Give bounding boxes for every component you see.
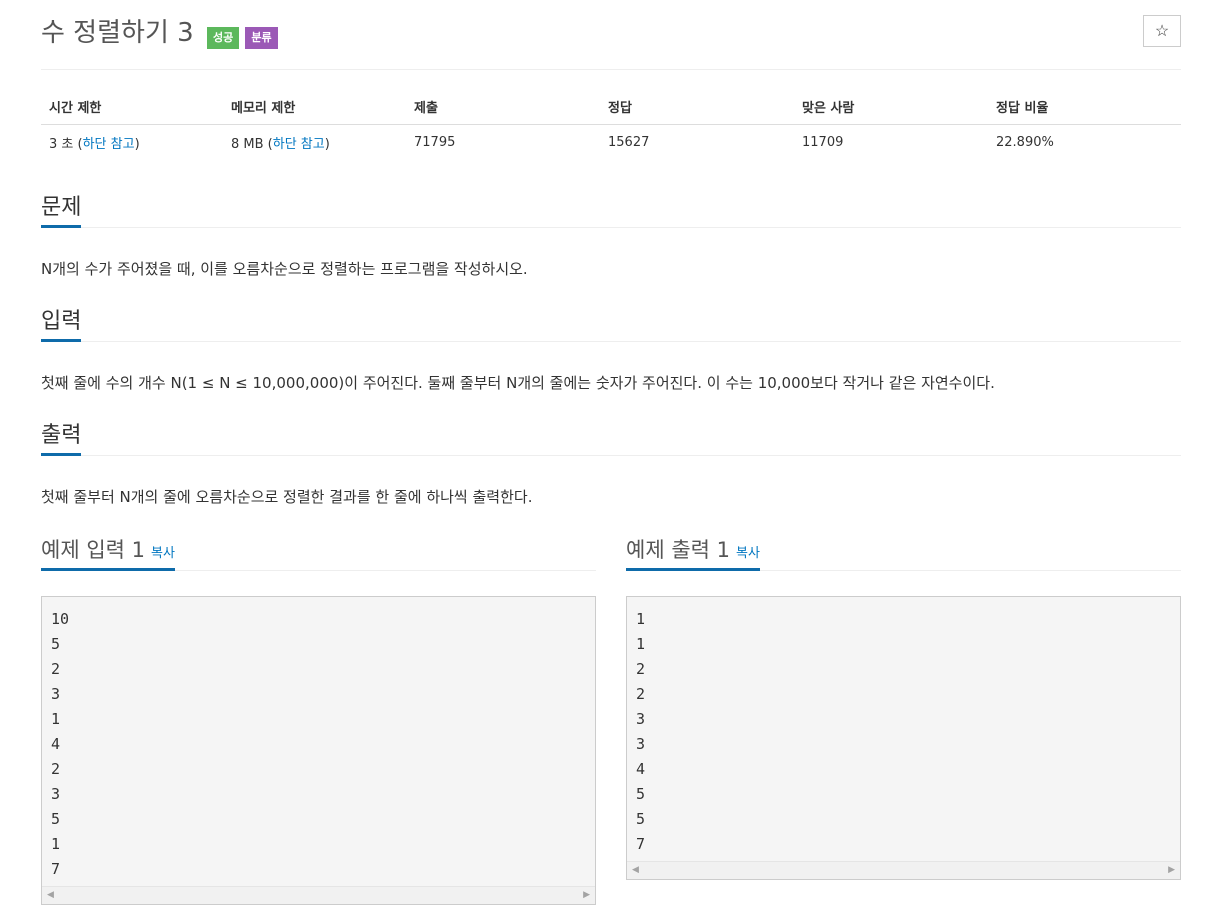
problem-heading: 문제	[41, 191, 82, 228]
code-line: 5	[51, 635, 61, 653]
code-line: 1	[51, 835, 61, 853]
code-line: 2	[636, 685, 646, 703]
output-heading-bar: 출력	[41, 419, 1181, 456]
code-line: 1	[51, 710, 61, 728]
code-line: 1	[636, 610, 646, 628]
sample-output-heading: 예제 출력 1	[626, 538, 730, 562]
title-divider	[41, 69, 1181, 70]
code-line: 4	[636, 760, 646, 778]
problem-description: N개의 수가 주어졌을 때, 이를 오름차순으로 정렬하는 프로그램을 작성하시…	[41, 260, 528, 278]
title-row: 수 정렬하기 3 성공 분류 ☆	[41, 14, 1181, 54]
time-limit-value: 3 초 (	[49, 136, 83, 152]
sample-input-heading: 예제 입력 1	[41, 538, 145, 562]
memory-limit-note-link[interactable]: 하단 참고	[273, 137, 325, 152]
time-limit-cell: 3 초 (하단 참고)	[41, 125, 223, 160]
code-line: 5	[51, 810, 61, 828]
input-description: 첫째 줄에 수의 개수 N(1 ≤ N ≤ 10,000,000)이 주어진다.…	[41, 374, 995, 392]
input-heading: 입력	[41, 305, 82, 342]
accepted-value: 15627	[608, 134, 650, 150]
code-line: 3	[636, 735, 646, 753]
sample-input-heading-bar: 예제 입력 1 복사	[41, 532, 596, 571]
scroll-left-icon[interactable]: ◀	[632, 865, 639, 875]
memory-limit-cell: 8 MB (하단 참고)	[223, 125, 406, 160]
solvers-value: 11709	[802, 134, 844, 150]
header-memory-limit: 메모리 제한	[223, 88, 406, 125]
time-limit-close: )	[134, 136, 140, 152]
ratio-value: 22.890%	[996, 134, 1054, 150]
code-line: 2	[51, 760, 61, 778]
output-description: 첫째 줄부터 N개의 줄에 오름차순으로 정렬한 결과를 한 줄에 하나씩 출력…	[41, 488, 533, 506]
info-header-row: 시간 제한 메모리 제한 제출 정답 맞은 사람 정답 비율	[41, 88, 1181, 125]
code-line: 10	[51, 610, 70, 628]
code-line: 3	[51, 785, 61, 803]
sample-input-scrollbar[interactable]: ◀ ▶	[42, 886, 595, 904]
header-solvers: 맞은 사람	[794, 88, 988, 125]
problem-heading-bar: 문제	[41, 191, 1181, 228]
sample-output-heading-wrap: 예제 출력 1 복사	[626, 532, 760, 571]
header-ratio: 정답 비율	[988, 88, 1181, 125]
scroll-right-icon[interactable]: ▶	[583, 890, 590, 900]
code-line: 1	[636, 635, 646, 653]
copy-sample-output-button[interactable]: 복사	[736, 546, 760, 561]
header-submissions: 제출	[406, 88, 600, 125]
sample-input-block[interactable]: 10 5 2 3 1 4 2 3 5 1 7 ◀ ▶	[41, 596, 596, 905]
sample-output-scrollbar[interactable]: ◀ ▶	[627, 861, 1180, 879]
badges: 성공 분류	[207, 27, 279, 49]
header-accepted: 정답	[600, 88, 794, 125]
scroll-left-icon[interactable]: ◀	[47, 890, 54, 900]
code-line: 4	[51, 735, 61, 753]
input-section: 입력 첫째 줄에 수의 개수 N(1 ≤ N ≤ 10,000,000)이 주어…	[41, 305, 1181, 393]
sample-input-heading-wrap: 예제 입력 1 복사	[41, 532, 175, 571]
time-limit-note-link[interactable]: 하단 참고	[83, 137, 135, 152]
star-icon: ☆	[1154, 23, 1170, 40]
scroll-right-icon[interactable]: ▶	[1168, 865, 1175, 875]
code-line: 3	[636, 710, 646, 728]
memory-limit-close: )	[324, 136, 330, 152]
memory-limit-value: 8 MB (	[231, 136, 273, 152]
category-badge[interactable]: 분류	[245, 27, 278, 49]
submissions-value: 71795	[414, 134, 456, 150]
favorite-star-button[interactable]: ☆	[1143, 15, 1181, 47]
problem-section: 문제 N개의 수가 주어졌을 때, 이를 오름차순으로 정렬하는 프로그램을 작…	[41, 191, 1181, 279]
problem-title: 수 정렬하기 3	[41, 18, 194, 48]
output-heading: 출력	[41, 419, 82, 456]
code-line: 5	[636, 785, 646, 803]
sample-input-panel: 예제 입력 1 복사 10 5 2 3 1 4 2 3 5 1 7 ◀ ▶	[41, 532, 596, 905]
input-heading-bar: 입력	[41, 305, 1181, 342]
sample-output-lines: 1 1 2 2 3 3 4 5 5 7	[627, 597, 1180, 861]
header-time-limit: 시간 제한	[41, 88, 223, 125]
sample-output-block[interactable]: 1 1 2 2 3 3 4 5 5 7 ◀ ▶	[626, 596, 1181, 880]
code-line: 3	[51, 685, 61, 703]
output-section: 출력 첫째 줄부터 N개의 줄에 오름차순으로 정렬한 결과를 한 줄에 하나씩…	[41, 419, 1181, 507]
copy-sample-input-button[interactable]: 복사	[151, 546, 175, 561]
success-badge[interactable]: 성공	[207, 27, 240, 49]
code-line: 2	[51, 660, 61, 678]
sample-input-lines: 10 5 2 3 1 4 2 3 5 1 7	[42, 597, 595, 886]
code-line: 7	[636, 835, 646, 853]
sample-output-panel: 예제 출력 1 복사 1 1 2 2 3 3 4 5 5 7 ◀ ▶	[626, 532, 1181, 880]
sample-output-heading-bar: 예제 출력 1 복사	[626, 532, 1181, 571]
code-line: 7	[51, 860, 61, 878]
problem-info-table: 시간 제한 메모리 제한 제출 정답 맞은 사람 정답 비율 3 초 (하단 참…	[41, 88, 1181, 159]
code-line: 2	[636, 660, 646, 678]
info-value-row: 3 초 (하단 참고) 8 MB (하단 참고) 71795 15627 117…	[41, 125, 1181, 160]
code-line: 5	[636, 810, 646, 828]
